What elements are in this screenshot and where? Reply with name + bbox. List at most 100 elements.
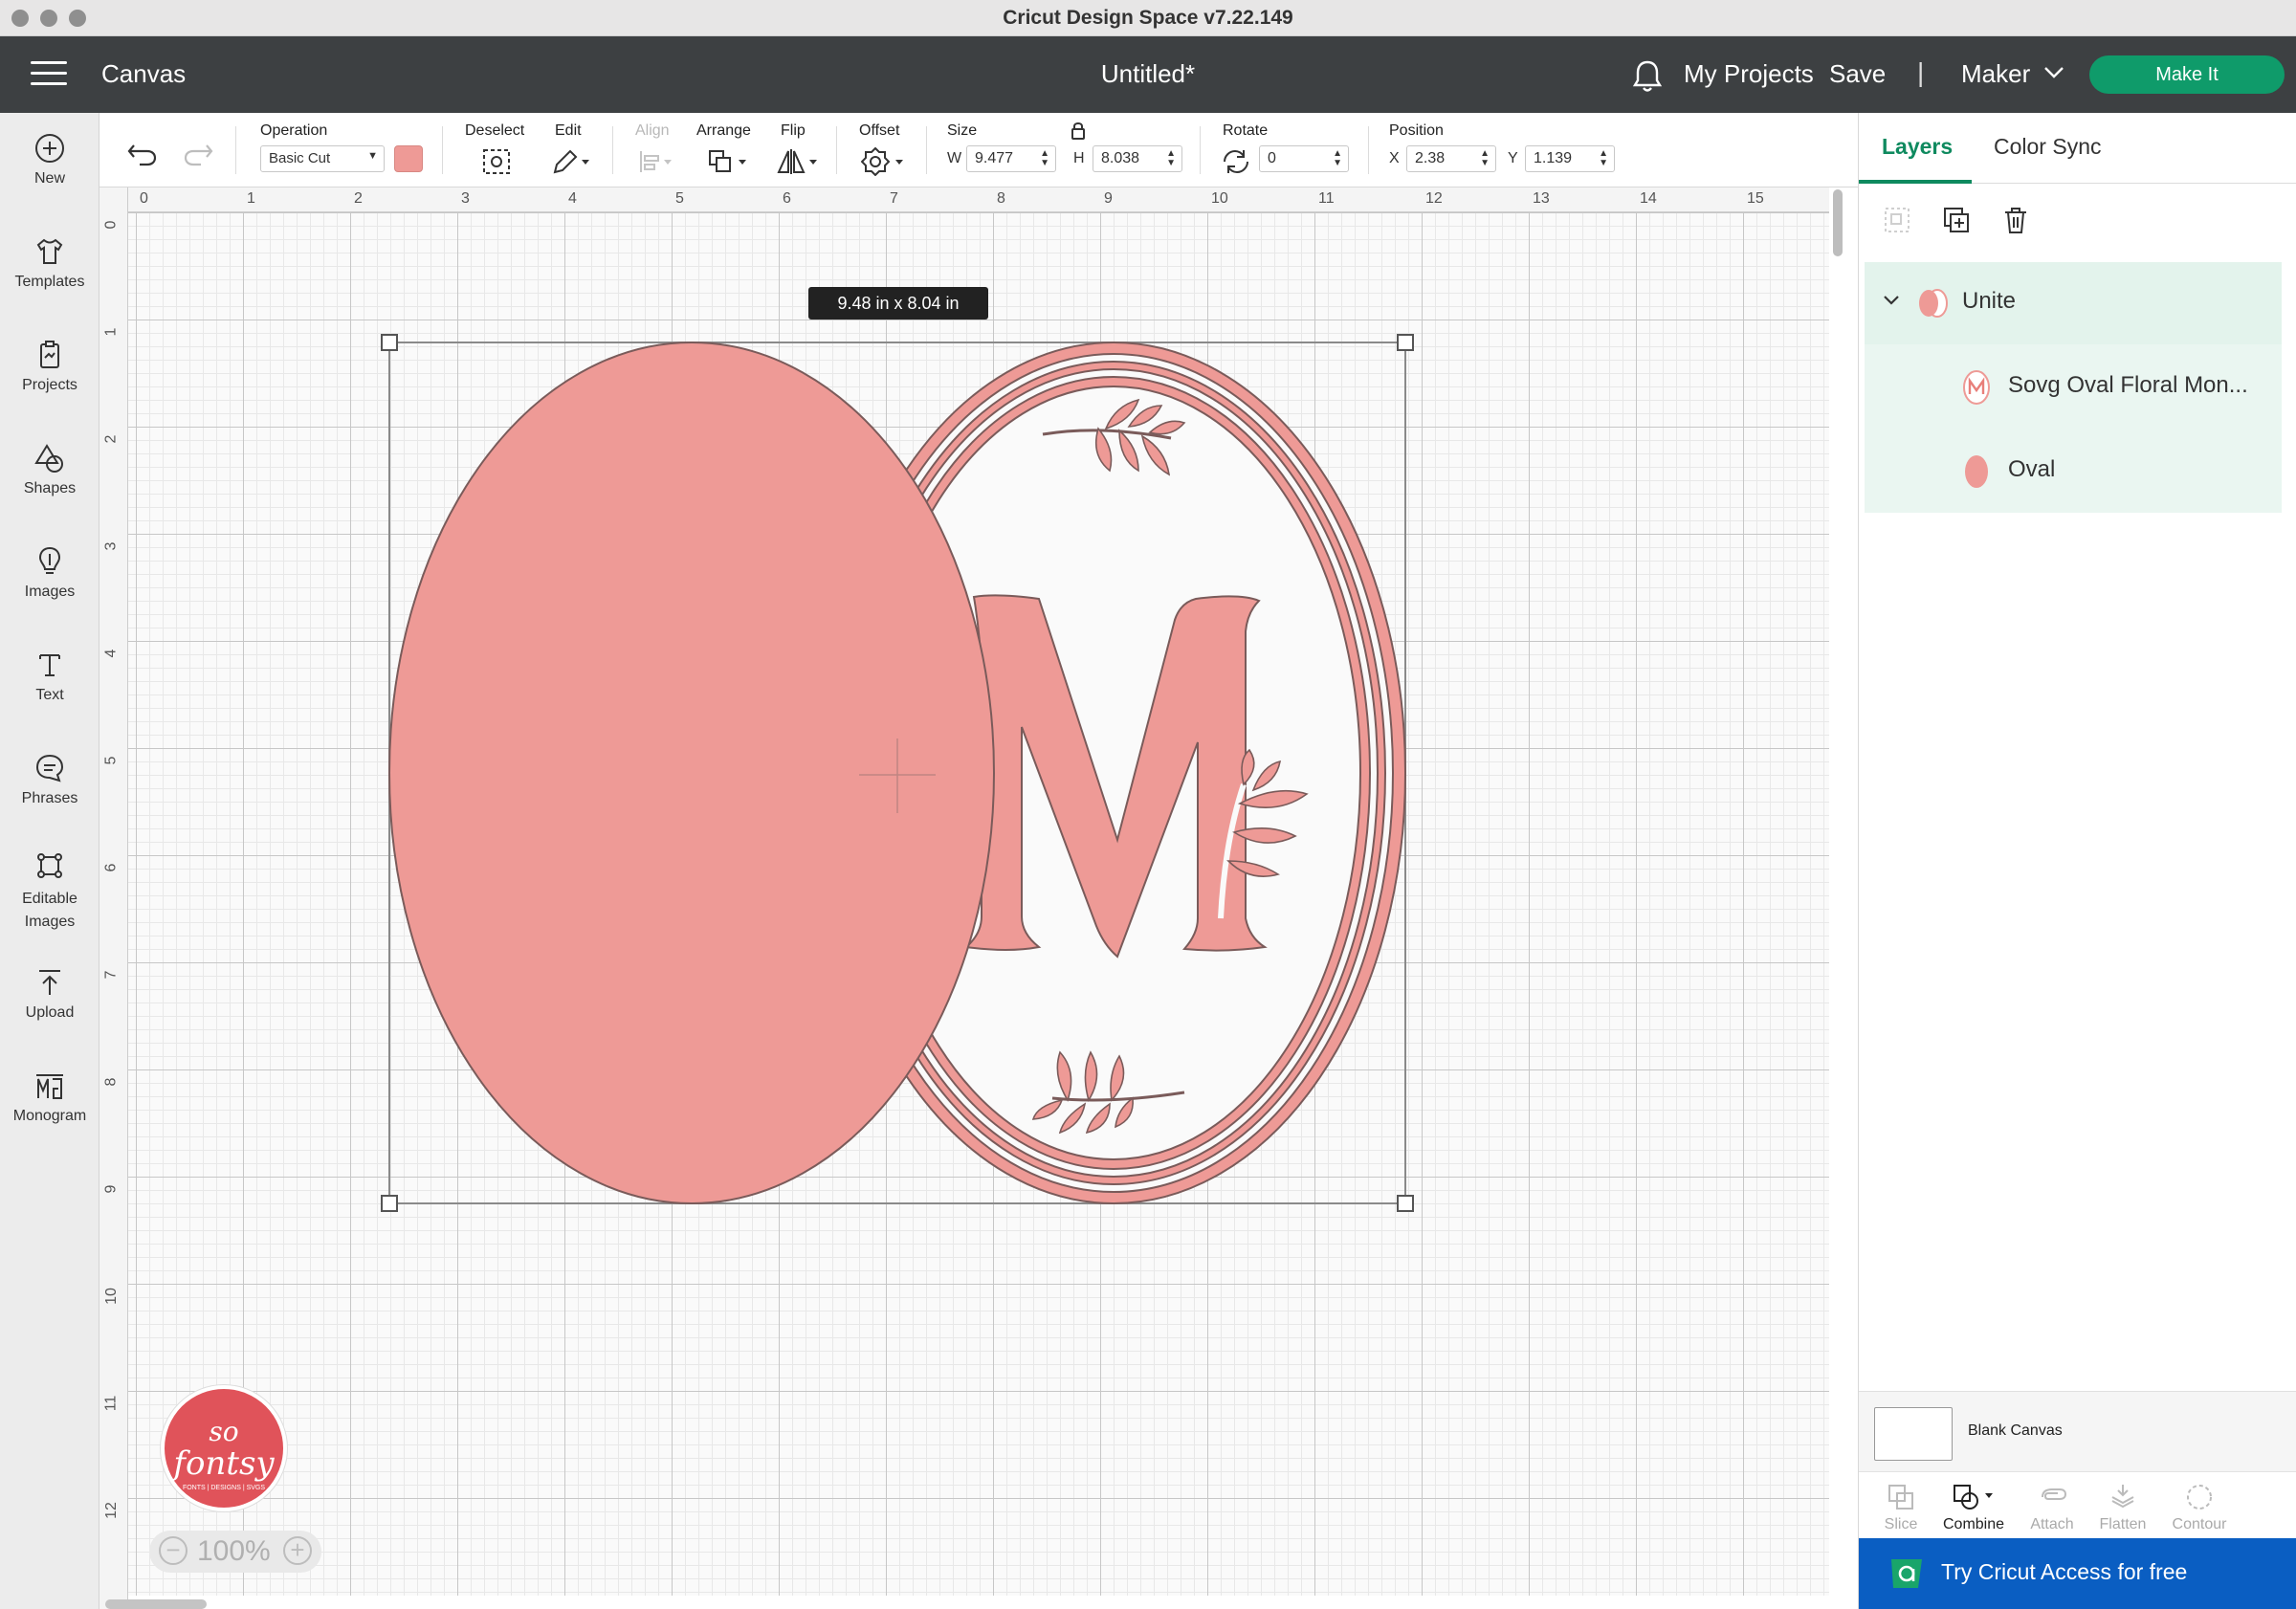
ruler-tick-label: 12: [102, 1502, 120, 1519]
layer-name: Oval: [2008, 456, 2056, 482]
ruler-tick-label: 3: [102, 541, 120, 551]
my-projects-link[interactable]: My Projects: [1684, 59, 1814, 89]
canvas-horizontal-scrollbar[interactable]: [105, 1599, 207, 1609]
zoom-in-button[interactable]: +: [283, 1536, 312, 1565]
logo-text: so: [209, 1416, 239, 1447]
resize-handle: [1397, 1195, 1414, 1212]
sidebar-label: Editable Images: [22, 891, 77, 930]
rotate-icon[interactable]: [1221, 147, 1251, 176]
flip-icon[interactable]: [775, 147, 823, 176]
tab-layers[interactable]: Layers: [1882, 134, 1953, 160]
rotate-input[interactable]: 0 ▲ ▼: [1259, 145, 1349, 172]
operation-select[interactable]: Basic Cut ▼: [260, 145, 385, 172]
sidebar-item-shapes[interactable]: Shapes: [0, 442, 99, 497]
flatten-button[interactable]: Flatten: [2085, 1482, 2161, 1533]
ruler-horizontal: 0 1 2 3 4 5 6 7 8 9 10 11 12 13 14 15: [99, 187, 1829, 212]
sidebar-item-phrases[interactable]: Phrases: [0, 752, 99, 807]
zoom-level: 100%: [197, 1535, 271, 1567]
height-letter: H: [1073, 150, 1085, 166]
save-button[interactable]: Save: [1829, 59, 1886, 89]
slice-button[interactable]: Slice: [1863, 1482, 1939, 1533]
sidebar-item-images[interactable]: Images: [0, 545, 99, 601]
logo-text: fontsy: [173, 1444, 275, 1483]
layer-row-monogram[interactable]: Sovg Oval Floral Mon...: [1865, 346, 2282, 429]
ruler-vertical: 0 1 2 3 4 5 6 7 8 9 10 11 12: [99, 187, 128, 1609]
x-letter: X: [1389, 150, 1400, 166]
align-icon[interactable]: [635, 147, 677, 176]
canvas-vertical-scrollbar[interactable]: [1833, 189, 1843, 256]
oval-shape: [388, 342, 995, 1204]
arrange-icon[interactable]: [706, 147, 754, 176]
stepper-icon[interactable]: ▲ ▼: [1480, 149, 1490, 168]
toolbar-divider: [235, 126, 236, 174]
edit-label: Edit: [555, 122, 582, 139]
sidebar-item-upload[interactable]: Upload: [0, 966, 99, 1022]
layers-list: Unite Sovg Oval Floral Mon... Oval: [1865, 262, 2282, 513]
ruler-tick-label: 8: [102, 1077, 120, 1087]
chevron-down-icon[interactable]: [2043, 65, 2064, 80]
width-input[interactable]: 9.477 ▲ ▼: [966, 145, 1056, 172]
ruler-tick-label: 11: [102, 1395, 120, 1412]
operation-label: Operation: [260, 122, 328, 139]
machine-selector[interactable]: Maker: [1961, 59, 2030, 89]
stepper-icon[interactable]: ▲ ▼: [1166, 149, 1176, 168]
height-value: 8.038: [1101, 150, 1140, 166]
operation-color-swatch[interactable]: [394, 145, 423, 172]
y-position-value: 1.139: [1534, 150, 1573, 166]
deselect-icon[interactable]: [480, 147, 513, 176]
y-position-input[interactable]: 1.139 ▲ ▼: [1525, 145, 1615, 172]
x-position-input[interactable]: 2.38 ▲ ▼: [1406, 145, 1496, 172]
ruler-tick-label: 1: [102, 327, 120, 337]
duplicate-icon[interactable]: [1941, 205, 1972, 235]
bell-icon[interactable]: [1630, 57, 1665, 94]
blank-canvas-thumbnail: [1874, 1407, 1953, 1461]
cricut-access-banner[interactable]: Try Cricut Access for free: [1859, 1538, 2296, 1609]
chevron-down-icon[interactable]: [1882, 293, 1901, 308]
layer-row-oval[interactable]: Oval: [1865, 430, 2282, 513]
group-icon[interactable]: [1882, 205, 1912, 235]
deselect-label: Deselect: [465, 122, 525, 139]
ruler-tick-label: 10: [1211, 190, 1228, 207]
stepper-icon[interactable]: ▲ ▼: [1040, 149, 1049, 168]
align-label: Align: [635, 122, 670, 139]
combine-button[interactable]: Combine: [1935, 1482, 2012, 1533]
sidebar-label: Phrases: [21, 790, 78, 806]
ruler-tick-label: 9: [1104, 190, 1113, 207]
sidebar-item-editable-images[interactable]: Editable Images: [0, 849, 99, 934]
blank-canvas-label: Blank Canvas: [1968, 1422, 2063, 1439]
design-canvas[interactable]: [99, 187, 1829, 1596]
ruler-tick-label: 6: [783, 190, 791, 207]
make-it-button[interactable]: Make It: [2089, 55, 2285, 94]
stepper-icon[interactable]: ▲ ▼: [1599, 149, 1608, 168]
sidebar-label: New: [33, 170, 65, 187]
undo-icon[interactable]: [126, 140, 159, 168]
trash-icon[interactable]: [2000, 205, 2031, 235]
offset-icon[interactable]: [861, 147, 909, 176]
redo-icon[interactable]: [182, 140, 214, 168]
sidebar-item-monogram[interactable]: Monogram: [0, 1069, 99, 1125]
pencil-icon[interactable]: [549, 147, 591, 176]
sidebar-item-projects[interactable]: Projects: [0, 339, 99, 394]
ruler-tick-label: 0: [140, 190, 148, 207]
sidebar-label: Shapes: [23, 480, 77, 496]
stepper-icon[interactable]: ▲ ▼: [1333, 149, 1342, 168]
lock-icon[interactable]: [1070, 121, 1087, 140]
height-input[interactable]: 8.038 ▲ ▼: [1093, 145, 1182, 172]
sidebar-label: Images: [24, 584, 76, 600]
blank-canvas-row[interactable]: Blank Canvas: [1859, 1391, 2296, 1471]
clipboard-icon: [40, 341, 59, 368]
tool-label: Flatten: [2099, 1516, 2147, 1532]
zoom-out-button[interactable]: −: [159, 1536, 188, 1565]
resize-handle: [381, 334, 398, 351]
app-header: Canvas Untitled* My Projects Save | Make…: [0, 36, 2296, 113]
sidebar-item-templates[interactable]: Templates: [0, 235, 99, 291]
layer-row-unite[interactable]: Unite: [1865, 262, 2282, 344]
tool-label: Combine: [1942, 1516, 2005, 1532]
dimension-tooltip: 9.48 in x 8.04 in: [808, 287, 988, 320]
operation-value: Basic Cut: [269, 150, 331, 166]
attach-button[interactable]: Attach: [2014, 1482, 2090, 1533]
tab-color-sync[interactable]: Color Sync: [1994, 134, 2101, 160]
sidebar-item-new[interactable]: New: [0, 132, 99, 187]
contour-button[interactable]: Contour: [2161, 1482, 2238, 1533]
sidebar-item-text[interactable]: Text: [0, 649, 99, 704]
